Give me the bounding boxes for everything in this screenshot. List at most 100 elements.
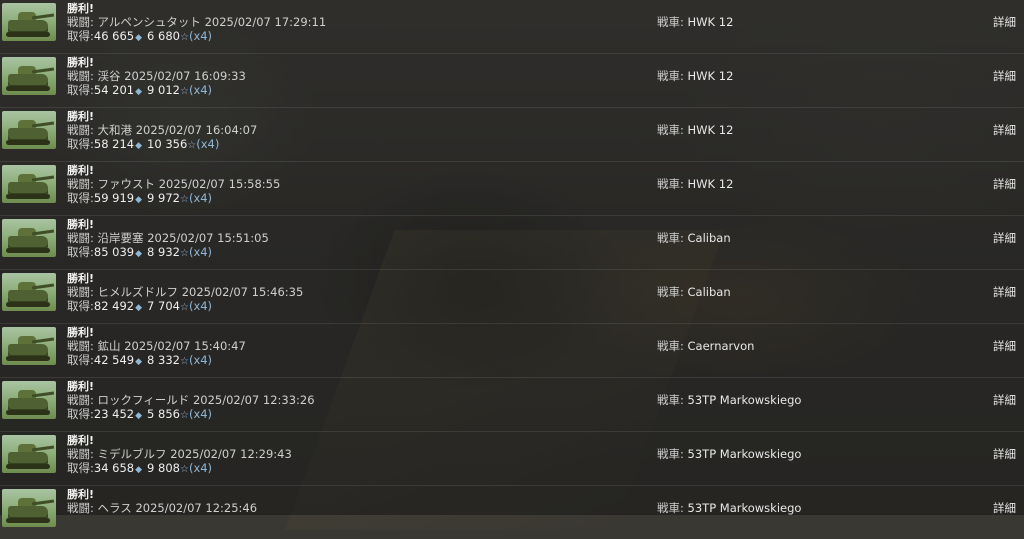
tank-name: HWK 12 xyxy=(687,177,734,191)
xp-value: 9 012 xyxy=(147,83,180,97)
xp-star-icon: ☆ xyxy=(179,194,189,205)
xp-value: 10 356 xyxy=(147,137,188,151)
xp-star-icon: ☆ xyxy=(179,410,189,421)
tank-name: 53TP Markowskiego xyxy=(687,501,802,515)
battle-info: 戦闘: ミデルブルフ 2025/02/07 12:29:43 xyxy=(67,447,292,462)
tank-thumbnail-icon xyxy=(2,57,56,95)
battle-row[interactable]: 勝利! 戦闘: ヘラス 2025/02/07 12:25:46 戦車: 53TP… xyxy=(0,486,1024,539)
details-button[interactable]: 詳細 xyxy=(993,231,1016,246)
battle-row[interactable]: 勝利! 戦闘: ロックフィールド 2025/02/07 12:33:26 取得:… xyxy=(0,378,1024,432)
details-button[interactable]: 詳細 xyxy=(993,501,1016,516)
details-button[interactable]: 詳細 xyxy=(993,447,1016,462)
map-name: ファウスト xyxy=(97,177,156,191)
xp-multiplier: (x4) xyxy=(188,299,213,313)
battle-info: 戦闘: 渓谷 2025/02/07 16:09:33 xyxy=(67,69,246,84)
details-button[interactable]: 詳細 xyxy=(993,15,1016,30)
battle-datetime: 2025/02/07 12:25:46 xyxy=(135,501,258,515)
credits-value: 59 919 xyxy=(93,191,135,205)
tank-label: 戦車: xyxy=(657,339,684,353)
battle-row[interactable]: 勝利! 戦闘: アルペンシュタット 2025/02/07 17:29:11 取得… xyxy=(0,0,1024,54)
tank-info: 戦車: HWK 12 xyxy=(657,69,733,84)
earnings-info: 取得:34 658◆ 9 808☆(x4) xyxy=(67,461,212,478)
tank-info: 戦車: Caliban xyxy=(657,231,731,246)
credits-value: 23 452 xyxy=(93,407,135,421)
details-button[interactable]: 詳細 xyxy=(993,123,1016,138)
earned-label: 取得: xyxy=(67,299,94,313)
battle-label: 戦闘: xyxy=(67,231,94,245)
xp-star-icon: ☆ xyxy=(179,32,189,43)
earned-label: 取得: xyxy=(67,191,94,205)
xp-value: 9 972 xyxy=(147,191,180,205)
xp-value: 9 808 xyxy=(147,461,180,475)
battle-datetime: 2025/02/07 15:51:05 xyxy=(147,231,269,245)
battle-label: 戦闘: xyxy=(67,447,94,461)
credit-icon: ◆ xyxy=(135,303,143,313)
battle-row[interactable]: 勝利! 戦闘: ファウスト 2025/02/07 15:58:55 取得:59 … xyxy=(0,162,1024,216)
credit-icon: ◆ xyxy=(135,411,143,421)
xp-star-icon: ☆ xyxy=(179,464,189,475)
details-button[interactable]: 詳細 xyxy=(993,393,1016,408)
battle-result: 勝利! xyxy=(67,380,95,393)
tank-name: 53TP Markowskiego xyxy=(687,393,802,407)
tank-info: 戦車: Caliban xyxy=(657,285,731,300)
battle-info: 戦闘: 沿岸要塞 2025/02/07 15:51:05 xyxy=(67,231,269,246)
battle-row[interactable]: 勝利! 戦闘: 沿岸要塞 2025/02/07 15:51:05 取得:85 0… xyxy=(0,216,1024,270)
details-button[interactable]: 詳細 xyxy=(993,69,1016,84)
details-button[interactable]: 詳細 xyxy=(993,285,1016,300)
tank-info: 戦車: Caernarvon xyxy=(657,339,754,354)
earned-label: 取得: xyxy=(67,29,94,43)
battle-result: 勝利! xyxy=(67,164,95,177)
battle-info: 戦闘: ロックフィールド 2025/02/07 12:33:26 xyxy=(67,393,315,408)
tank-name: HWK 12 xyxy=(687,69,734,83)
tank-info: 戦車: HWK 12 xyxy=(657,15,733,30)
tank-thumbnail-icon xyxy=(2,273,56,311)
tank-name: Caliban xyxy=(687,285,731,299)
credits-value: 46 665 xyxy=(93,29,135,43)
xp-multiplier: (x4) xyxy=(188,461,213,475)
tank-label: 戦車: xyxy=(657,447,684,461)
battle-result: 勝利! xyxy=(67,326,95,339)
battle-row[interactable]: 勝利! 戦闘: ミデルブルフ 2025/02/07 12:29:43 取得:34… xyxy=(0,432,1024,486)
earnings-info: 取得:54 201◆ 9 012☆(x4) xyxy=(67,83,212,100)
xp-multiplier: (x4) xyxy=(188,353,213,367)
battle-datetime: 2025/02/07 12:33:26 xyxy=(192,393,315,407)
xp-multiplier: (x4) xyxy=(188,29,213,43)
xp-star-icon: ☆ xyxy=(179,302,189,313)
tank-label: 戦車: xyxy=(657,285,684,299)
xp-star-icon: ☆ xyxy=(187,140,197,151)
map-name: ヒメルズドルフ xyxy=(97,285,179,299)
map-name: 沿岸要塞 xyxy=(97,231,144,245)
battle-info: 戦闘: ファウスト 2025/02/07 15:58:55 xyxy=(67,177,280,192)
credit-icon: ◆ xyxy=(135,249,143,259)
tank-label: 戦車: xyxy=(657,231,684,245)
tank-thumbnail-icon xyxy=(2,111,56,149)
battle-info: 戦闘: 鉱山 2025/02/07 15:40:47 xyxy=(67,339,246,354)
earnings-info: 取得:46 665◆ 6 680☆(x4) xyxy=(67,29,212,46)
tank-name: HWK 12 xyxy=(687,15,734,29)
battle-datetime: 2025/02/07 17:29:11 xyxy=(204,15,327,29)
tank-thumbnail-icon xyxy=(2,165,56,203)
earned-label: 取得: xyxy=(67,407,94,421)
tank-info: 戦車: HWK 12 xyxy=(657,177,733,192)
battle-datetime: 2025/02/07 15:58:55 xyxy=(158,177,281,191)
map-name: 大和港 xyxy=(97,123,133,137)
tank-info: 戦車: 53TP Markowskiego xyxy=(657,501,801,516)
battle-history-list: 勝利! 戦闘: アルペンシュタット 2025/02/07 17:29:11 取得… xyxy=(0,0,1024,539)
map-name: ヘラス xyxy=(97,501,132,515)
battle-row[interactable]: 勝利! 戦闘: 渓谷 2025/02/07 16:09:33 取得:54 201… xyxy=(0,54,1024,108)
details-button[interactable]: 詳細 xyxy=(993,339,1016,354)
tank-info: 戦車: 53TP Markowskiego xyxy=(657,447,801,462)
xp-star-icon: ☆ xyxy=(179,248,189,259)
credits-value: 34 658 xyxy=(93,461,135,475)
battle-row[interactable]: 勝利! 戦闘: 大和港 2025/02/07 16:04:07 取得:58 21… xyxy=(0,108,1024,162)
battle-row[interactable]: 勝利! 戦闘: ヒメルズドルフ 2025/02/07 15:46:35 取得:8… xyxy=(0,270,1024,324)
battle-label: 戦闘: xyxy=(67,15,94,29)
credit-icon: ◆ xyxy=(135,141,143,151)
details-button[interactable]: 詳細 xyxy=(993,177,1016,192)
battle-row[interactable]: 勝利! 戦闘: 鉱山 2025/02/07 15:40:47 取得:42 549… xyxy=(0,324,1024,378)
earned-label: 取得: xyxy=(67,461,94,475)
tank-label: 戦車: xyxy=(657,177,684,191)
tank-info: 戦車: 53TP Markowskiego xyxy=(657,393,801,408)
tank-thumbnail-icon xyxy=(2,219,56,257)
battle-info: 戦闘: ヒメルズドルフ 2025/02/07 15:46:35 xyxy=(67,285,303,300)
